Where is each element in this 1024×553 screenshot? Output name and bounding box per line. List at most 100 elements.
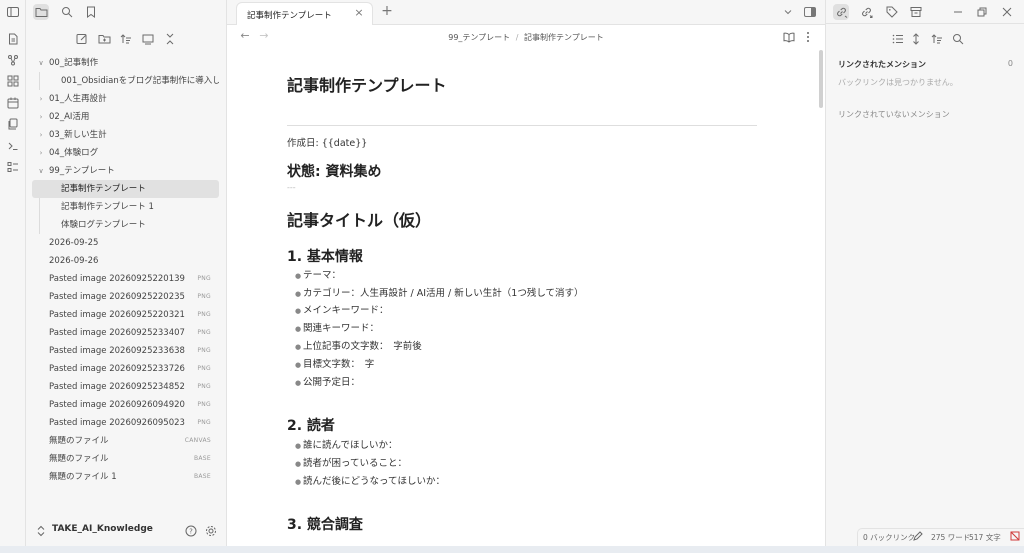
outgoing-links-icon[interactable] bbox=[858, 4, 874, 20]
tree-file[interactable]: 2026-09-25 bbox=[32, 234, 219, 252]
daily-note-icon[interactable] bbox=[5, 95, 21, 111]
vault-switcher[interactable]: TAKE_AI_Knowledge ? bbox=[26, 521, 227, 543]
vault-switch-icon[interactable] bbox=[34, 524, 48, 538]
tree-file[interactable]: 無題のファイル CANVAS bbox=[32, 432, 219, 450]
canvas-icon[interactable] bbox=[5, 73, 21, 89]
list-item: ● 上位記事の文字数： 字前後 bbox=[295, 341, 422, 352]
tree-folder-03[interactable]: › 03_新しい生計 bbox=[32, 126, 219, 144]
word-count: 275 ワード bbox=[931, 533, 971, 542]
os-taskbar bbox=[0, 546, 1024, 553]
status-heading: 状態: 資料集め bbox=[287, 164, 382, 180]
minimize-window-icon[interactable] bbox=[950, 4, 966, 20]
tree-file[interactable]: Pasted image 20260925220139 PNG bbox=[32, 270, 219, 288]
open-quick-switcher-icon[interactable] bbox=[5, 31, 21, 47]
article-title-heading: 記事タイトル（仮） bbox=[287, 211, 432, 230]
edit-pencil-icon[interactable] bbox=[913, 531, 923, 543]
new-note-icon[interactable] bbox=[74, 31, 90, 47]
reading-view-book-icon[interactable] bbox=[781, 29, 797, 45]
help-icon[interactable]: ? bbox=[184, 524, 198, 538]
svg-text:?: ? bbox=[189, 528, 193, 536]
sidebar-toggle-icon[interactable] bbox=[5, 4, 21, 20]
templates-icon[interactable] bbox=[5, 116, 21, 132]
list-item: ● 読者が困っていること： bbox=[295, 458, 408, 469]
tree-file[interactable]: Pasted image 20260925233407 PNG bbox=[32, 324, 219, 342]
file-explorer-sidebar: ∨ 00_記事制作 001_Obsidianをブログ記事制作に導入し... › 01… bbox=[26, 0, 227, 553]
search-icon[interactable] bbox=[950, 31, 966, 47]
backlink-count[interactable]: 0 バックリンク bbox=[863, 532, 915, 543]
settings-gear-icon[interactable] bbox=[204, 524, 218, 538]
search-icon[interactable] bbox=[59, 4, 75, 20]
backlinks-icon[interactable] bbox=[833, 4, 849, 20]
tree-file-001[interactable]: 001_Obsidianをブログ記事制作に導入し... bbox=[32, 72, 219, 90]
tree-file[interactable]: Pasted image 20260925220235 PNG bbox=[32, 288, 219, 306]
view-header: ← → 99_テンプレート / 記事制作テンプレート bbox=[227, 26, 825, 48]
tree-folder-99[interactable]: ∨ 99_テンプレート bbox=[32, 162, 219, 180]
list-item: ● 公開予定日： bbox=[295, 377, 361, 388]
close-window-icon[interactable] bbox=[999, 4, 1015, 20]
tree-file[interactable]: 2026-09-26 bbox=[32, 252, 219, 270]
tree-file[interactable]: Pasted image 20260925233726 PNG bbox=[32, 360, 219, 378]
backlinks-toolbar bbox=[826, 29, 1024, 49]
more-options-icon[interactable] bbox=[800, 29, 816, 45]
tab-active[interactable]: 記事制作テンプレート × bbox=[236, 2, 373, 25]
no-backlinks-message: バックリンクは見つかりません。 bbox=[838, 78, 958, 87]
breadcrumb-file[interactable]: 記事制作テンプレート bbox=[524, 33, 604, 42]
tab-list-chevron-down-icon[interactable] bbox=[780, 4, 796, 20]
list-view-icon[interactable] bbox=[890, 31, 906, 47]
file-explorer-toolbar bbox=[26, 29, 227, 49]
tree-folder-04[interactable]: › 04_体験ログ bbox=[32, 144, 219, 162]
tree-file[interactable]: Pasted image 20260925233638 PNG bbox=[32, 342, 219, 360]
archive-icon[interactable] bbox=[908, 4, 924, 20]
graph-view-icon[interactable] bbox=[5, 52, 21, 68]
left-ribbon bbox=[0, 0, 26, 553]
tree-folder-00[interactable]: ∨ 00_記事制作 bbox=[32, 54, 219, 72]
tree-file[interactable]: Pasted image 20260926095023 PNG bbox=[32, 414, 219, 432]
status-bar: 0 バックリンク 275 ワード 517 文字 bbox=[857, 528, 1024, 546]
restore-window-icon[interactable] bbox=[974, 4, 990, 20]
tree-file[interactable]: 無題のファイル BASE bbox=[32, 450, 219, 468]
sort-icon[interactable] bbox=[118, 31, 134, 47]
editor-scrollbar[interactable] bbox=[819, 50, 823, 108]
sync-off-icon[interactable] bbox=[1010, 531, 1020, 543]
list-item: ● 目標文字数： 字 bbox=[295, 359, 375, 370]
bases-icon[interactable] bbox=[5, 159, 21, 175]
tree-file[interactable]: Pasted image 20260925234852 PNG bbox=[32, 378, 219, 396]
right-sidebar-toggle-icon[interactable] bbox=[802, 4, 818, 20]
new-tab-icon[interactable]: + bbox=[379, 3, 395, 19]
tree-file[interactable]: Pasted image 20260925220321 PNG bbox=[32, 306, 219, 324]
sort-icon[interactable] bbox=[929, 31, 945, 47]
tree-file-active[interactable]: 記事制作テンプレート bbox=[32, 180, 219, 198]
note-title[interactable]: 記事制作テンプレート bbox=[287, 72, 447, 96]
expand-vertical-icon[interactable] bbox=[908, 31, 924, 47]
linked-mentions-count: 0 bbox=[1007, 59, 1013, 68]
tree-folder-02[interactable]: › 02_AI活用 bbox=[32, 108, 219, 126]
tree-file[interactable]: 無題のファイル 1 BASE bbox=[32, 468, 219, 486]
list-item: ● テーマ： bbox=[295, 270, 342, 281]
tags-icon[interactable] bbox=[884, 4, 900, 20]
unlinked-mentions-heading[interactable]: リンクされていないメンション bbox=[838, 109, 950, 120]
tree-folder-01[interactable]: › 01_人生再設計 bbox=[32, 90, 219, 108]
new-folder-icon[interactable] bbox=[96, 31, 112, 47]
command-palette-icon[interactable] bbox=[5, 138, 21, 154]
tab-bar: 記事制作テンプレート × + bbox=[227, 0, 825, 25]
section-competitors: 3. 競合調査 bbox=[287, 517, 363, 533]
close-tab-icon[interactable]: × bbox=[352, 6, 366, 19]
sidebar-tab-header bbox=[26, 0, 227, 24]
vault-name[interactable]: TAKE_AI_Knowledge bbox=[52, 524, 153, 534]
collapse-all-icon[interactable] bbox=[162, 31, 178, 47]
divider bbox=[287, 125, 757, 126]
files-icon[interactable] bbox=[33, 4, 49, 20]
tree-file[interactable]: Pasted image 20260926094920 PNG bbox=[32, 396, 219, 414]
tree-file[interactable]: 体験ログテンプレート bbox=[32, 216, 219, 234]
tree-file[interactable]: 記事制作テンプレート 1 bbox=[32, 198, 219, 216]
section-basic-info: 1. 基本情報 bbox=[287, 249, 363, 265]
linked-mentions-heading[interactable]: リンクされたメンション bbox=[838, 59, 926, 70]
collapse-view-icon[interactable] bbox=[140, 31, 156, 47]
bookmark-icon[interactable] bbox=[83, 4, 99, 20]
list-item: ● 読んだ後にどうなってほしいか： bbox=[295, 476, 446, 487]
section-readers: 2. 読者 bbox=[287, 418, 335, 434]
breadcrumb-folder[interactable]: 99_テンプレート bbox=[448, 33, 510, 42]
list-item: ● 関連キーワード： bbox=[295, 323, 380, 334]
right-sidebar: リンクされたメンション 0 バックリンクは見つかりません。 リンクされていないメ… bbox=[825, 0, 1024, 553]
list-item: ● カテゴリー：人生再設計 / AI活用 / 新しい生計（1つ残して消す） bbox=[295, 288, 584, 299]
